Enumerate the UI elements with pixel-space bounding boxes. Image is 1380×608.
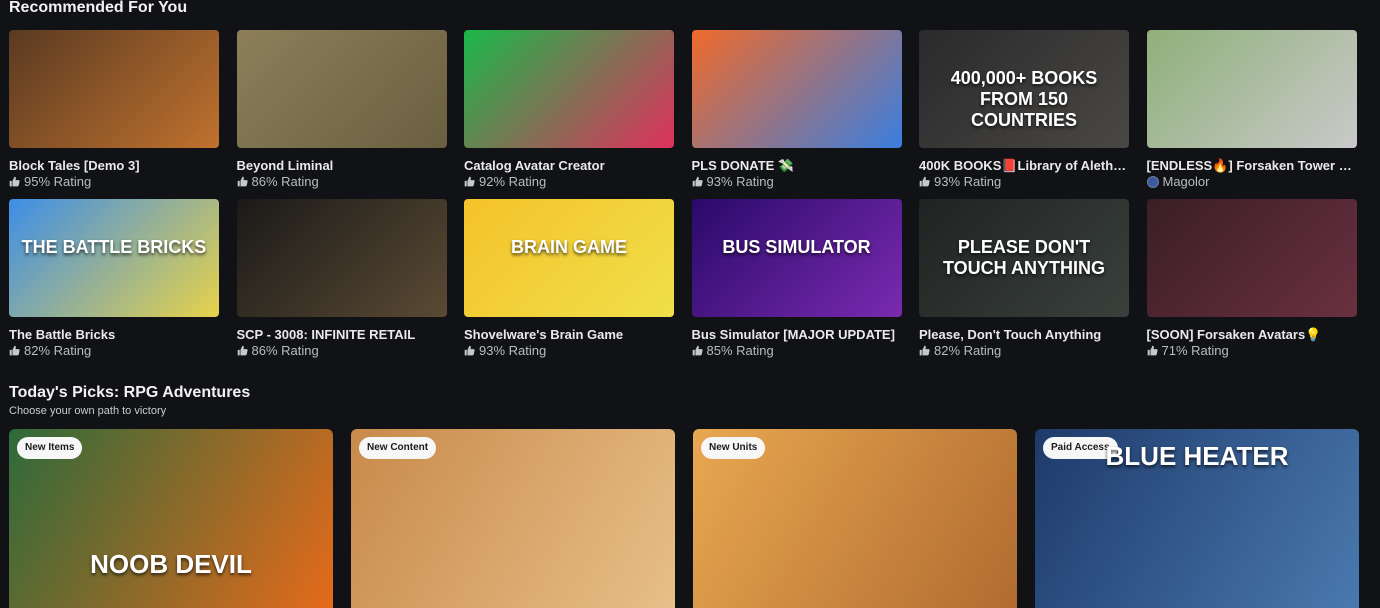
game-card[interactable]: [ENDLESS🔥] Forsaken Tower Def... Magolor: [1146, 30, 1357, 199]
game-title[interactable]: Block Tales [Demo 3]: [9, 158, 219, 173]
game-thumbnail[interactable]: [236, 199, 447, 317]
game-meta-text: 71% Rating: [1161, 343, 1229, 358]
game-thumbnail[interactable]: [9, 30, 219, 148]
game-card[interactable]: 400,000+ BOOKS FROM 150 COUNTRIES 400K BO…: [919, 30, 1129, 199]
thumbs-up-icon: [919, 176, 930, 187]
game-meta-text: 82% Rating: [934, 343, 1002, 358]
game-meta: 86% Rating: [237, 174, 447, 189]
game-thumbnail[interactable]: [236, 30, 447, 148]
thumbs-up-icon: [1147, 345, 1158, 356]
game-meta-text: 85% Rating: [706, 343, 774, 358]
thumbs-up-icon: [919, 345, 930, 356]
game-title[interactable]: Beyond Liminal: [237, 158, 447, 173]
game-meta-text: 95% Rating: [24, 174, 92, 189]
game-thumbnail[interactable]: 400,000+ BOOKS FROM 150 COUNTRIES: [919, 30, 1129, 148]
pick-badge: New Units: [701, 437, 766, 459]
game-meta: 93% Rating: [464, 343, 674, 358]
game-meta: 82% Rating: [9, 343, 219, 358]
game-meta-text: 93% Rating: [934, 174, 1002, 189]
picks-subtitle: Choose your own path to victory: [9, 405, 167, 417]
game-title[interactable]: PLS DONATE 💸: [692, 158, 902, 173]
game-card[interactable]: PLS DONATE 💸 93% Rating: [691, 30, 902, 199]
pick-badge: New Items: [17, 437, 83, 459]
game-title[interactable]: [SOON] Forsaken Avatars💡: [1147, 327, 1357, 342]
game-meta-text: 93% Rating: [706, 174, 774, 189]
game-meta: 93% Rating: [919, 174, 1129, 189]
picks-row: New Items NOOB DEVIL New Content New Units P…: [9, 429, 1359, 608]
game-card[interactable]: [SOON] Forsaken Avatars💡 71% Rating: [1146, 199, 1357, 368]
game-meta: 86% Rating: [237, 343, 447, 358]
game-card[interactable]: BUS SIMULATOR Bus Simulator [MAJOR UPDATE…: [691, 199, 902, 368]
thumbs-up-icon: [9, 345, 20, 356]
game-grid: Block Tales [Demo 3] 95% Rating Beyond Lim…: [9, 30, 1357, 368]
thumbs-up-icon: [464, 345, 475, 356]
pick-card[interactable]: New Content: [351, 429, 675, 608]
game-meta-text: 92% Rating: [479, 174, 547, 189]
thumbs-up-icon: [237, 345, 248, 356]
game-card[interactable]: SCP - 3008: INFINITE RETAIL 86% Rating: [236, 199, 447, 368]
page: Recommended For You Block Tales [Demo 3]…: [0, 0, 1380, 608]
pick-badge: New Content: [359, 437, 437, 459]
game-meta-text: 82% Rating: [24, 343, 92, 358]
pick-card[interactable]: New Units: [693, 429, 1017, 608]
game-title[interactable]: 400K BOOKS📕Library of Aletheia: [919, 158, 1129, 173]
pick-card[interactable]: Paid Access BLUE HEATER: [1035, 429, 1359, 608]
thumbs-up-icon: [237, 176, 248, 187]
game-meta: 85% Rating: [692, 343, 902, 358]
thumbnail-text: THE BATTLE BRICKS: [21, 237, 207, 257]
thumbs-up-icon: [9, 176, 20, 187]
game-thumbnail[interactable]: THE BATTLE BRICKS: [9, 199, 219, 317]
game-card[interactable]: THE BATTLE BRICKS The Battle Bricks 82% Ra…: [9, 199, 219, 368]
game-title[interactable]: SCP - 3008: INFINITE RETAIL: [237, 327, 447, 342]
game-meta: Magolor: [1146, 174, 1357, 189]
game-title[interactable]: Please, Don't Touch Anything: [919, 327, 1129, 342]
game-meta-text: 86% Rating: [251, 343, 319, 358]
game-thumbnail[interactable]: [464, 30, 674, 148]
game-title[interactable]: [ENDLESS🔥] Forsaken Tower Def...: [1147, 158, 1357, 173]
game-meta-text: 86% Rating: [251, 174, 319, 189]
game-title[interactable]: Bus Simulator [MAJOR UPDATE]: [692, 327, 902, 342]
game-meta: 92% Rating: [464, 174, 674, 189]
game-card[interactable]: Block Tales [Demo 3] 95% Rating: [9, 30, 219, 199]
game-meta: 82% Rating: [919, 343, 1129, 358]
thumbnail-text: BRAIN GAME: [511, 237, 627, 257]
game-thumbnail[interactable]: [1146, 199, 1357, 317]
thumbnail-text: 400,000+ BOOKS FROM 150 COUNTRIES: [950, 68, 1098, 130]
game-meta-text: Magolor: [1162, 174, 1210, 189]
game-thumbnail[interactable]: PLEASE DON'T TOUCH ANYTHING: [919, 199, 1129, 317]
game-title[interactable]: The Battle Bricks: [9, 327, 219, 342]
creator-avatar-icon: [1146, 175, 1159, 188]
picks-title: Today's Picks: RPG Adventures: [9, 384, 251, 401]
game-thumbnail[interactable]: BRAIN GAME: [464, 199, 674, 317]
section-title: Recommended For You: [9, 0, 188, 16]
game-meta: 93% Rating: [692, 174, 902, 189]
thumbnail-text: PLEASE DON'T TOUCH ANYTHING: [943, 237, 1105, 278]
pick-thumbnail-text: NOOB DEVIL: [90, 549, 252, 579]
game-title[interactable]: Catalog Avatar Creator: [464, 158, 674, 173]
game-thumbnail[interactable]: [691, 30, 902, 148]
thumbs-up-icon: [692, 176, 703, 187]
thumbs-up-icon: [464, 176, 475, 187]
game-thumbnail[interactable]: BUS SIMULATOR: [691, 199, 902, 317]
pick-card[interactable]: New Items NOOB DEVIL: [9, 429, 333, 608]
thumbnail-text: BUS SIMULATOR: [722, 237, 871, 257]
game-meta: 95% Rating: [9, 174, 219, 189]
game-card[interactable]: PLEASE DON'T TOUCH ANYTHING Please, Don't…: [919, 199, 1129, 368]
game-card[interactable]: Catalog Avatar Creator 92% Rating: [464, 30, 674, 199]
game-meta-text: 93% Rating: [479, 343, 547, 358]
game-title[interactable]: Shovelware's Brain Game: [464, 327, 674, 342]
thumbs-up-icon: [692, 345, 703, 356]
pick-thumbnail-text: BLUE HEATER: [1105, 441, 1289, 471]
game-meta: 71% Rating: [1147, 343, 1357, 358]
game-thumbnail[interactable]: [1146, 30, 1357, 148]
game-card[interactable]: Beyond Liminal 86% Rating: [236, 30, 447, 199]
game-card[interactable]: BRAIN GAME Shovelware's Brain Game 93% Rat…: [464, 199, 674, 368]
